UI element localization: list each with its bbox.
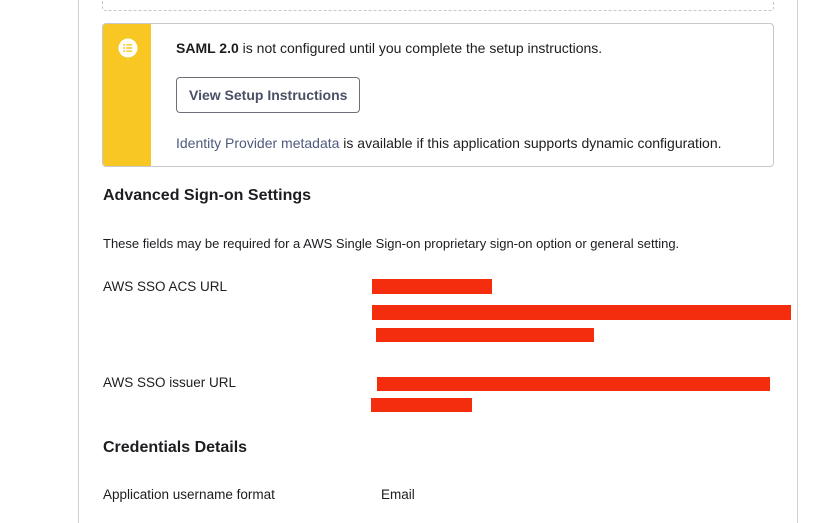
redacted-acs-url-line-1 — [372, 279, 492, 294]
previous-section-box — [102, 0, 774, 11]
redacted-acs-url-line-3 — [376, 328, 594, 342]
redacted-issuer-url-line-2 — [371, 398, 472, 412]
content-frame-left-border — [78, 0, 79, 523]
saml-version-label: SAML 2.0 — [176, 40, 239, 56]
credentials-details-title: Credentials Details — [103, 439, 248, 456]
view-setup-instructions-button[interactable]: View Setup Instructions — [176, 77, 361, 113]
username-format-label: Application username format — [103, 487, 275, 502]
redacted-acs-url-line-2 — [372, 305, 791, 320]
aws-sso-acs-url-label: AWS SSO ACS URL — [103, 279, 228, 294]
metadata-description: is available if this application support… — [339, 135, 722, 151]
redacted-issuer-url-line-1 — [377, 377, 770, 391]
content-frame-right-border — [797, 0, 798, 523]
callout-title: SAML 2.0 is not configured until you com… — [176, 40, 602, 56]
callout-title-text: is not configured until you complete the… — [238, 40, 603, 56]
app-settings-page: SAML 2.0 is not configured until you com… — [0, 0, 828, 523]
username-format-value: Email — [381, 487, 415, 502]
identity-provider-metadata-link[interactable]: Identity Provider metadata — [176, 135, 339, 151]
aws-sso-issuer-url-label: AWS SSO issuer URL — [103, 375, 237, 390]
saml-setup-callout: SAML 2.0 is not configured until you com… — [102, 23, 774, 167]
list-icon — [118, 38, 138, 58]
callout-metadata-text: Identity Provider metadata is available … — [176, 135, 722, 151]
advanced-settings-description: These fields may be required for a AWS S… — [103, 236, 680, 251]
advanced-settings-title: Advanced Sign-on Settings — [103, 187, 312, 204]
